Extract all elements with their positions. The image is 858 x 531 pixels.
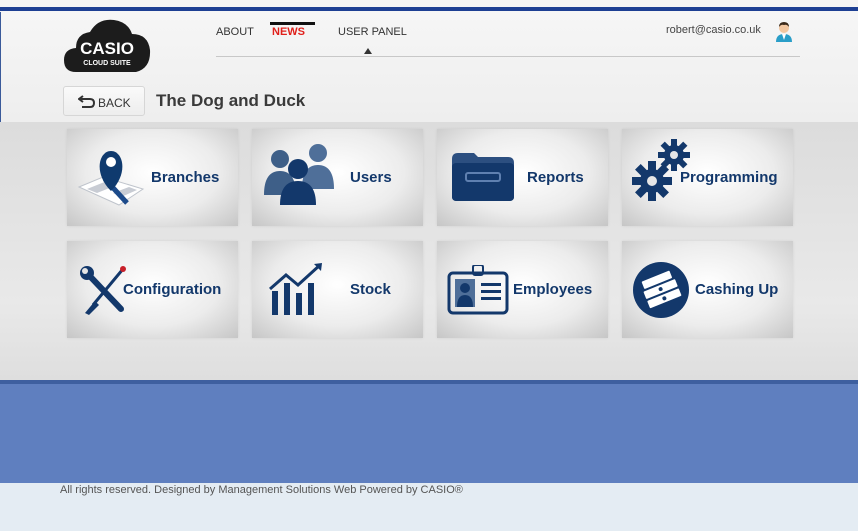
- cash-icon: [633, 262, 689, 318]
- blue-band: [0, 380, 858, 483]
- footer-text: All rights reserved. Designed by Managem…: [60, 484, 463, 496]
- tile-configuration[interactable]: Configuration: [67, 241, 238, 338]
- tile-label: Users: [350, 169, 392, 186]
- tile-label: Stock: [350, 281, 391, 298]
- folder-icon: [452, 153, 514, 201]
- map-pin-icon: [77, 151, 145, 206]
- tile-employees[interactable]: Employees: [437, 241, 608, 338]
- tile-label: Cashing Up: [695, 281, 779, 298]
- logo-brand: CASIO: [80, 39, 134, 58]
- back-arrow-icon: [78, 95, 96, 108]
- tile-label: Reports: [527, 169, 584, 186]
- id-badge-icon: [447, 265, 509, 315]
- tile-label: Configuration: [123, 281, 222, 298]
- tile-label: Programming: [680, 169, 778, 186]
- tile-cashing-up[interactable]: Cashing Up: [622, 241, 793, 338]
- nav-news[interactable]: NEWS: [270, 22, 315, 38]
- back-button[interactable]: BACK: [63, 86, 145, 116]
- bar-chart-icon: [269, 263, 322, 315]
- nav-divider: [216, 56, 800, 57]
- tile-programming[interactable]: Programming: [622, 129, 793, 226]
- casio-logo[interactable]: CASIO CLOUD SUITE: [62, 16, 152, 74]
- nav-user-panel[interactable]: USER PANEL: [338, 26, 407, 38]
- back-label: BACK: [98, 96, 131, 110]
- tile-stock[interactable]: Stock: [252, 241, 423, 338]
- tile-branches[interactable]: Branches: [67, 129, 238, 226]
- blue-band-edge: [0, 380, 858, 384]
- nav-about[interactable]: ABOUT: [216, 26, 254, 38]
- tile-label: Employees: [513, 281, 593, 298]
- users-icon: [264, 144, 334, 205]
- user-avatar-icon[interactable]: [774, 20, 794, 42]
- tile-label: Branches: [151, 169, 220, 186]
- caret-up-icon: [364, 48, 372, 54]
- page-title: The Dog and Duck: [156, 91, 306, 110]
- logo-sub: CLOUD SUITE: [83, 60, 131, 67]
- wrench-screwdriver-icon: [80, 266, 126, 315]
- tile-users[interactable]: Users: [252, 129, 423, 226]
- tile-reports[interactable]: Reports: [437, 129, 608, 226]
- user-email[interactable]: robert@casio.co.uk: [666, 24, 761, 36]
